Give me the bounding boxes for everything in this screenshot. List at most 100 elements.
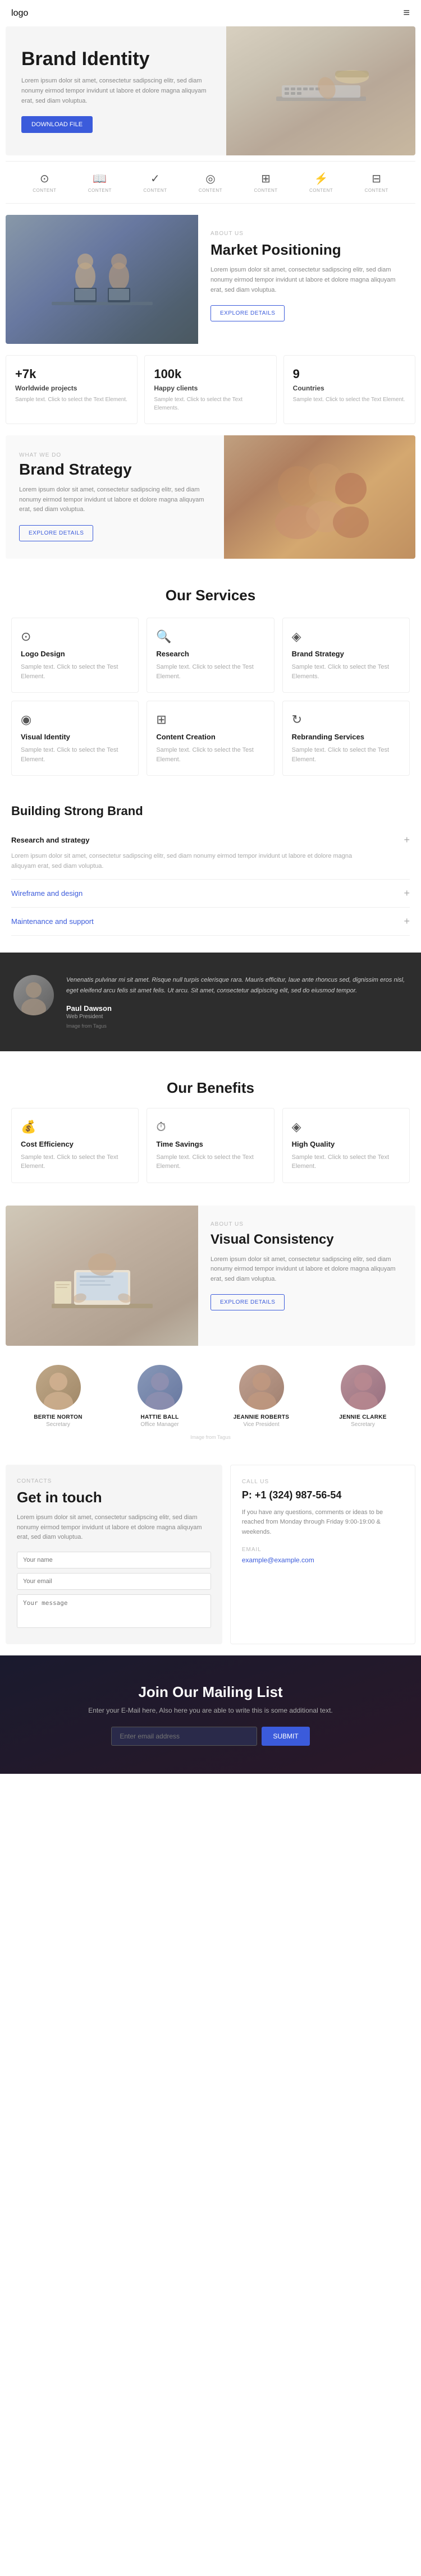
accordion-item-2[interactable]: Maintenance and support +	[11, 908, 410, 936]
call-us-label: CALL US	[242, 1479, 404, 1485]
team-member-image-2	[239, 1365, 284, 1410]
target-icon: ◎	[205, 172, 215, 186]
office-image	[46, 223, 158, 335]
accordion-toggle-2[interactable]: +	[404, 916, 410, 927]
market-text: Lorem ipsum dolor sit amet, consectetur …	[210, 265, 403, 295]
visual-explore-button[interactable]: EXPLORE DETAILS	[210, 1294, 285, 1310]
mailing-title: Join Our Mailing List	[11, 1683, 410, 1701]
hero-section: Brand Identity Lorem ipsum dolor sit ame…	[6, 26, 415, 155]
team-avatar-3	[341, 1365, 386, 1410]
team-member-image-1	[138, 1365, 182, 1410]
contact-name-input[interactable]	[17, 1552, 211, 1568]
email-label: EMAIL	[242, 1547, 404, 1553]
market-image	[6, 215, 198, 344]
team-avatar-0	[36, 1365, 81, 1410]
mailing-email-input[interactable]	[111, 1727, 257, 1746]
hero-right	[226, 26, 415, 155]
icon-item-5: ⚡ CONTENT	[309, 172, 333, 193]
service-card-5: ↻ Rebranding Services Sample text. Click…	[282, 701, 410, 776]
benefit-card-1: ⏱ Time Savings Sample text. Click to sel…	[147, 1108, 274, 1183]
accordion-label-0: Research and strategy	[11, 836, 89, 844]
team-card-3: JENNIE CLARKE Secretary	[316, 1365, 410, 1428]
service-text-1: Sample text. Click to select the Test El…	[156, 663, 264, 681]
about-us-label: ABOUT US	[210, 231, 403, 237]
testimonial-text: Venenatis pulvinar mi sit amet. Risque n…	[66, 975, 408, 996]
icons-row: ⊙ CONTENT 📖 CONTENT ✓ CONTENT ◎ CONTENT …	[6, 161, 415, 204]
strategy-text: Lorem ipsum dolor sit amet, consectetur …	[19, 485, 210, 515]
brand-strategy-section: WHAT WE DO Brand Strategy Lorem ipsum do…	[6, 435, 415, 559]
hero-left: Brand Identity Lorem ipsum dolor sit ame…	[6, 26, 226, 155]
hero-text: Lorem ipsum dolor sit amet, consectetur …	[21, 76, 210, 106]
stats-row: +7k Worldwide projects Sample text. Clic…	[6, 355, 415, 424]
service-text-3: Sample text. Click to select the Test El…	[21, 746, 129, 764]
book-icon: 📖	[93, 172, 107, 186]
mailing-form: SUBMIT	[11, 1727, 410, 1746]
stat-text-1: Sample text. Click to select the Text El…	[154, 395, 267, 412]
mailing-submit-button[interactable]: SUBMIT	[262, 1727, 309, 1746]
rebranding-icon: ↻	[292, 712, 400, 727]
team-avatar-2	[239, 1365, 284, 1410]
benefit-card-0: 💰 Cost Efficiency Sample text. Click to …	[11, 1108, 139, 1183]
market-positioning-section: ABOUT US Market Positioning Lorem ipsum …	[6, 215, 415, 344]
strategy-explore-button[interactable]: EXPLORE DETAILS	[19, 525, 93, 541]
team-card-1: HATTIE BALL Office Manager	[113, 1365, 207, 1428]
visual-image	[6, 1206, 198, 1346]
laptop-image	[46, 1214, 158, 1337]
what-we-do-label: WHAT WE DO	[19, 452, 210, 458]
stat-number-0: +7k	[15, 367, 128, 381]
benefits-title: Our Benefits	[11, 1079, 410, 1097]
contact-message-input[interactable]	[17, 1594, 211, 1628]
team-role-0: Secretary	[11, 1422, 105, 1428]
accordion-item-1[interactable]: Wireframe and design +	[11, 880, 410, 908]
email-value: example@example.com	[242, 1556, 404, 1564]
icon-label-3: CONTENT	[199, 188, 222, 193]
contact-form	[17, 1552, 211, 1631]
visual-text: Lorem ipsum dolor sit amet, consectetur …	[210, 1255, 403, 1285]
benefit-card-2: ◈ High Quality Sample text. Click to sel…	[282, 1108, 410, 1183]
accordion-toggle-0[interactable]: +	[404, 834, 410, 846]
team-role-3: Secretary	[316, 1422, 410, 1428]
benefit-text-2: Sample text. Click to select the Text El…	[292, 1153, 400, 1171]
services-grid: ⊙ Logo Design Sample text. Click to sele…	[11, 618, 410, 776]
contact-right: CALL US P: +1 (324) 987-56-54 If you hav…	[230, 1465, 415, 1644]
navbar: logo ≡	[0, 0, 421, 26]
service-title-2: Brand Strategy	[292, 650, 400, 658]
benefits-section: Our Benefits 💰 Cost Efficiency Sample te…	[0, 1062, 421, 1200]
market-explore-button[interactable]: EXPLORE DETAILS	[210, 305, 285, 321]
testimonial-avatar	[13, 975, 54, 1015]
cost-efficiency-icon: 💰	[21, 1120, 129, 1134]
check-icon: ✓	[150, 172, 160, 186]
benefit-title-0: Cost Efficiency	[21, 1140, 129, 1148]
service-title-1: Research	[156, 650, 264, 658]
team-name-0: BERTIE NORTON	[11, 1414, 105, 1420]
service-card-2: ◈ Brand Strategy Sample text. Click to s…	[282, 618, 410, 693]
icon-item-4: ⊞ CONTENT	[254, 172, 277, 193]
contact-title: Get in touch	[17, 1489, 211, 1506]
nav-menu-icon[interactable]: ≡	[403, 7, 410, 20]
team-grid: BERTIE NORTON Secretary HATTIE BALL Offi…	[11, 1365, 410, 1428]
team-name-3: JENNIE CLARKE	[316, 1414, 410, 1420]
mailing-section: Join Our Mailing List Enter your E-Mail …	[0, 1655, 421, 1774]
brand-strategy-icon: ◈	[292, 629, 400, 644]
visual-identity-icon: ◉	[21, 712, 129, 727]
visual-about-label: ABOUT US	[210, 1221, 403, 1227]
stat-text-0: Sample text. Click to select the Text El…	[15, 395, 128, 404]
logo-design-icon: ⊙	[21, 629, 129, 644]
accordion-item-0[interactable]: Research and strategy + Lorem ipsum dolo…	[11, 826, 410, 880]
contact-email-input[interactable]	[17, 1573, 211, 1590]
icon-label-0: CONTENT	[33, 188, 56, 193]
hero-download-button[interactable]: DOWNLOAD FILE	[21, 116, 93, 133]
strategy-image	[224, 435, 415, 559]
testimonial-role: Web President	[66, 1014, 408, 1020]
accordion-content-0: Lorem ipsum dolor sit amet, consectetur …	[11, 852, 362, 871]
team-role-1: Office Manager	[113, 1422, 207, 1428]
visual-title: Visual Consistency	[210, 1232, 403, 1248]
puzzle-icon: ⊟	[372, 172, 381, 186]
stat-card-2: 9 Countries Sample text. Click to select…	[283, 355, 415, 424]
accordion-toggle-1[interactable]: +	[404, 887, 410, 899]
strategy-title: Brand Strategy	[19, 461, 210, 479]
research-icon: 🔍	[156, 629, 264, 644]
testimonial-section: Venenatis pulvinar mi sit amet. Risque n…	[0, 953, 421, 1051]
accordion-label-1: Wireframe and design	[11, 889, 83, 898]
service-card-0: ⊙ Logo Design Sample text. Click to sele…	[11, 618, 139, 693]
